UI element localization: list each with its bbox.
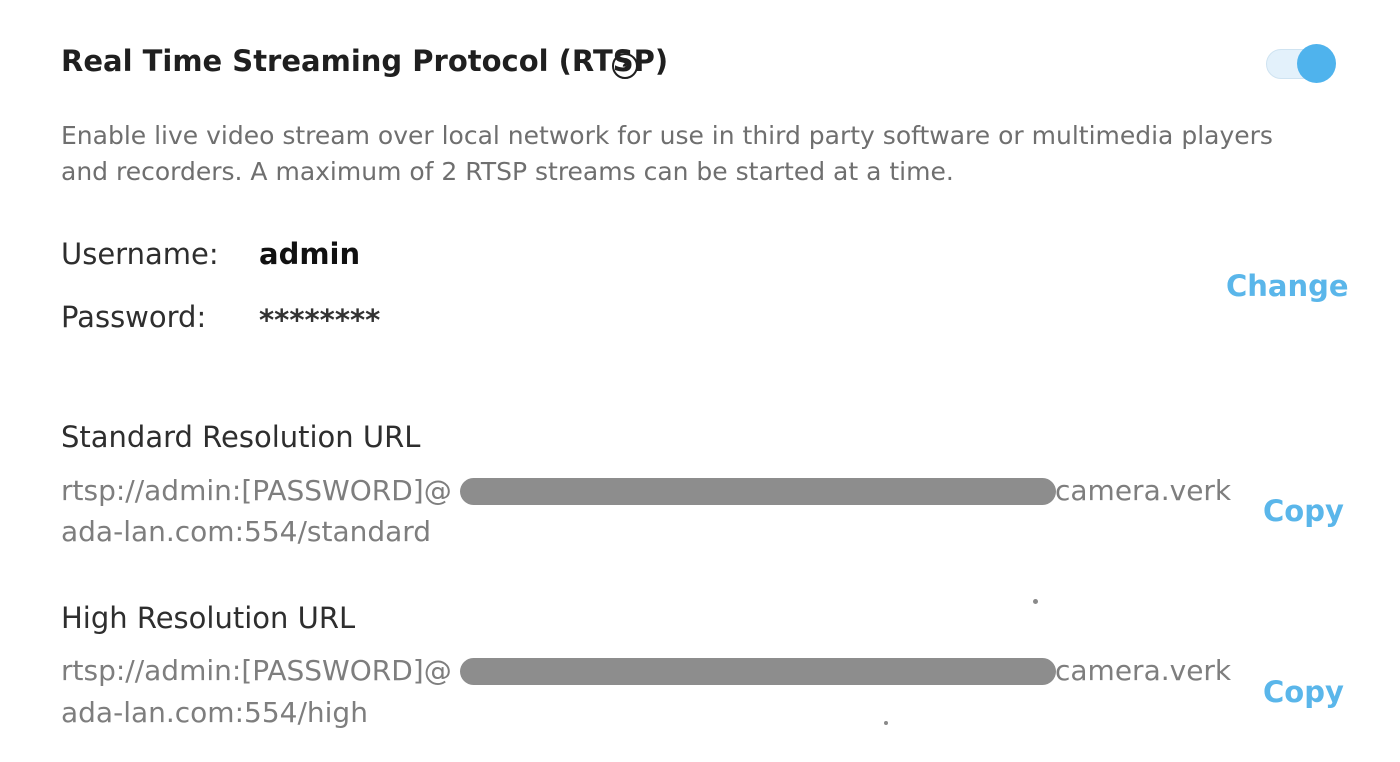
copy-standard-url-button[interactable]: Copy: [1263, 494, 1344, 528]
rtsp-enable-toggle[interactable]: [1266, 44, 1336, 83]
rtsp-settings-panel: Real Time Streaming Protocol (RTSP) ? En…: [0, 0, 1400, 762]
standard-url-heading: Standard Resolution URL: [61, 420, 421, 454]
high-url-prefix: rtsp://admin:[PASSWORD]@: [61, 654, 452, 687]
standard-url-suffix: camera.verk: [1055, 474, 1232, 507]
standard-url-prefix: rtsp://admin:[PASSWORD]@: [61, 474, 452, 507]
stray-dot: [884, 721, 888, 725]
password-label: Password:: [61, 300, 207, 334]
redacted-ip-block: [460, 658, 1056, 685]
high-url-line2: ada-lan.com:554/high: [61, 696, 368, 729]
stray-dot: [1033, 599, 1038, 604]
username-value: admin: [259, 237, 361, 271]
password-value: ********: [259, 303, 381, 337]
rtsp-title: Real Time Streaming Protocol (RTSP): [61, 44, 669, 78]
question-circle-icon[interactable]: ?: [612, 53, 638, 79]
high-url-suffix: camera.verk: [1055, 654, 1232, 687]
change-credentials-button[interactable]: Change: [1226, 269, 1349, 303]
redacted-ip-block: [460, 478, 1056, 505]
high-url-heading: High Resolution URL: [61, 601, 356, 635]
toggle-knob: [1297, 44, 1336, 83]
rtsp-description: Enable live video stream over local netw…: [61, 121, 1273, 186]
copy-high-url-button[interactable]: Copy: [1263, 675, 1344, 709]
standard-url-line2: ada-lan.com:554/standard: [61, 515, 432, 548]
username-label: Username:: [61, 237, 219, 271]
